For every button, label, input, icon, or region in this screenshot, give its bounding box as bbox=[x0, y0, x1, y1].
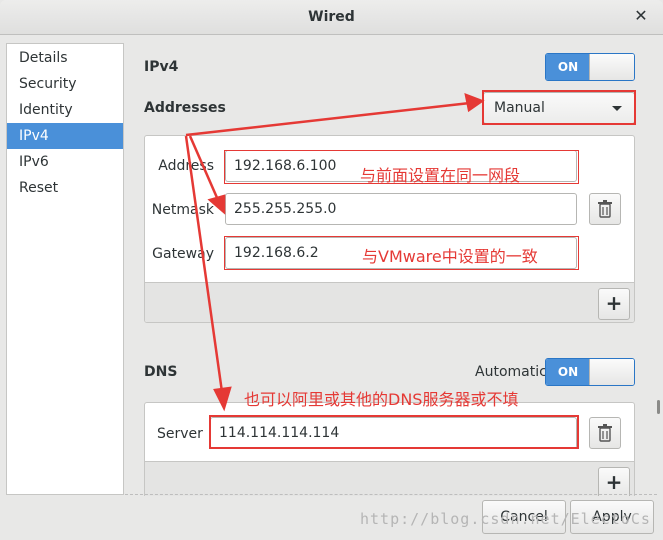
ipv4-toggle-on-label: ON bbox=[546, 54, 590, 80]
sidebar-item-ipv6[interactable]: IPv6 bbox=[7, 149, 123, 175]
address-label: Address bbox=[158, 158, 214, 174]
dns-panel: Server 114.114.114.114 + bbox=[144, 402, 635, 496]
watermark: http://blog.csdn.net/ElectoCs bbox=[360, 510, 651, 528]
dns-toggle-knob bbox=[589, 359, 634, 385]
dns-panel-footer: + bbox=[145, 461, 634, 496]
window-title: Wired bbox=[308, 9, 355, 25]
dns-section-title: DNS bbox=[144, 364, 178, 380]
gateway-label: Gateway bbox=[152, 246, 214, 262]
annotation-dns-note: 也可以阿里或其他的DNS服务器或不填 bbox=[244, 390, 519, 409]
dns-automatic-toggle[interactable]: ON bbox=[545, 358, 635, 386]
delete-dns-button[interactable] bbox=[589, 417, 621, 449]
sidebar-item-security[interactable]: Security bbox=[7, 71, 123, 97]
sidebar-item-reset[interactable]: Reset bbox=[7, 175, 123, 201]
close-icon[interactable]: ✕ bbox=[631, 6, 651, 26]
ipv4-toggle[interactable]: ON bbox=[545, 53, 635, 81]
address-panel-footer: + bbox=[145, 282, 634, 322]
ipv4-toggle-knob bbox=[589, 54, 634, 80]
scrollbar-thumb[interactable] bbox=[657, 400, 660, 414]
sidebar-item-ipv4[interactable]: IPv4 bbox=[7, 123, 123, 149]
annotation-same-subnet: 与前面设置在同一网段 bbox=[360, 166, 521, 185]
delete-address-button[interactable] bbox=[589, 193, 621, 225]
add-dns-button[interactable]: + bbox=[598, 467, 630, 496]
ipv4-section-title: IPv4 bbox=[144, 59, 179, 75]
add-address-button[interactable]: + bbox=[598, 288, 630, 320]
title-bar: Wired ✕ bbox=[0, 0, 663, 35]
ipv4-method-value: Manual bbox=[494, 100, 545, 116]
ipv4-method-dropdown[interactable]: Manual bbox=[483, 92, 635, 124]
dns-toggle-on-label: ON bbox=[546, 359, 590, 385]
sidebar-item-identity[interactable]: Identity bbox=[7, 97, 123, 123]
addresses-label: Addresses bbox=[144, 100, 226, 116]
sidebar-item-details[interactable]: Details bbox=[7, 45, 123, 71]
trash-icon bbox=[598, 424, 612, 442]
bottom-separator bbox=[125, 494, 657, 495]
chevron-down-icon bbox=[612, 106, 622, 111]
sidebar: Details Security Identity IPv4 IPv6 Rese… bbox=[6, 43, 124, 495]
dns-server-field[interactable]: 114.114.114.114 bbox=[210, 417, 577, 449]
trash-icon bbox=[598, 200, 612, 218]
netmask-label: Netmask bbox=[151, 202, 214, 218]
dns-automatic-label: Automatic bbox=[475, 364, 547, 380]
annotation-vmware-match: 与VMware中设置的一致 bbox=[362, 247, 538, 266]
netmask-field[interactable]: 255.255.255.0 bbox=[225, 193, 577, 225]
dns-server-label: Server bbox=[157, 426, 203, 442]
